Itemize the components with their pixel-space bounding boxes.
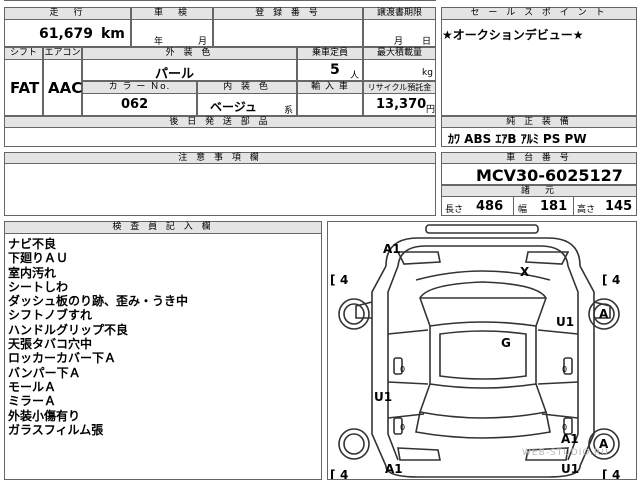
recycle-unit: 円 bbox=[426, 105, 436, 115]
mark-front-left: A1 bbox=[383, 242, 401, 256]
note-line: ガラスフィルム張 bbox=[8, 422, 104, 437]
transfer-month-label: 月 bbox=[394, 37, 404, 47]
tire-rear-left-bracket: [ bbox=[330, 468, 335, 480]
dims-cell: 長さ 486 幅 181 高さ 145 bbox=[441, 196, 637, 216]
mark-rear-left: A1 bbox=[385, 462, 403, 476]
tire-front-right-bracket: [ bbox=[602, 273, 607, 287]
mark-glass-g: G bbox=[501, 336, 511, 350]
ac-value: AAC bbox=[48, 79, 83, 97]
import-cell bbox=[297, 93, 363, 116]
shaken-year-label: 年 bbox=[154, 37, 164, 47]
shift-cell: FAT bbox=[4, 59, 43, 116]
shaken-cell: 年 月 bbox=[131, 19, 213, 47]
shift-value: FAT bbox=[10, 79, 40, 97]
color-no-value: 062 bbox=[121, 97, 149, 112]
ext-color-value: パール bbox=[155, 67, 195, 82]
int-color-cell: ベージュ 系 bbox=[197, 93, 297, 116]
capacity-cell: 5 人 bbox=[297, 59, 363, 81]
note-line: シフトノブすれ bbox=[8, 308, 93, 323]
later-parts-cell bbox=[4, 127, 436, 147]
transfer-day-label: 日 bbox=[422, 37, 432, 47]
note-line: ハンドルグリップ不良 bbox=[8, 322, 129, 337]
chassis-number: MCV30-6025127 bbox=[476, 166, 623, 185]
mark-zero-right: 0 bbox=[562, 365, 567, 374]
width-value: 181 bbox=[540, 199, 568, 214]
height-value: 145 bbox=[605, 199, 633, 214]
max-load-unit: kg bbox=[422, 68, 433, 78]
mark-zero-left-rear: 0 bbox=[400, 423, 405, 432]
mark-zero-left: 0 bbox=[400, 365, 405, 374]
recycle-value: 13,370 bbox=[376, 97, 427, 112]
shaken-month-label: 月 bbox=[198, 37, 208, 47]
note-line: シートしわ bbox=[8, 279, 69, 294]
note-line: ナビ不良 bbox=[8, 237, 57, 251]
mark-zero-right-rear: 0 bbox=[562, 423, 567, 432]
car-diagram: [ 4 [ 4 [ 4 [ 4 A1 X U1 A G U1 A1 A U1 A… bbox=[330, 224, 620, 480]
length-label: 長さ bbox=[445, 205, 464, 215]
note-line: モールＡ bbox=[8, 379, 57, 394]
note-line: ロッカーカバー下Ａ bbox=[8, 351, 117, 366]
tire-rear-left-label: 4 bbox=[340, 468, 348, 480]
mileage-value: 61,679 bbox=[39, 26, 94, 42]
mark-right-rear-a1: A1 bbox=[561, 432, 579, 446]
tire-front-right-label: 4 bbox=[612, 273, 620, 287]
sales-point-text: ★オークションデビュー★ bbox=[442, 28, 584, 42]
note-line: 室内汚れ bbox=[8, 265, 57, 280]
note-line: 外装小傷有り bbox=[8, 408, 81, 423]
mark-right-front-u: U1 bbox=[556, 315, 574, 329]
car-diagram-panel: [ 4 [ 4 [ 4 [ 4 A1 X U1 A G U1 A1 A U1 A… bbox=[327, 221, 637, 480]
equipment-cell: ｶﾜ ABS ｴｱB ｱﾙﾐ PS PW bbox=[441, 127, 637, 147]
note-line: バンパー下Ａ bbox=[8, 365, 81, 380]
int-color-suffix: 系 bbox=[284, 106, 294, 116]
caution-cell bbox=[4, 163, 436, 216]
note-line: 下廻りＡＵ bbox=[8, 251, 69, 266]
mark-right-rear-u: U1 bbox=[561, 462, 579, 476]
registration-cell bbox=[213, 19, 363, 47]
recycle-cell: 13,370 円 bbox=[363, 93, 436, 116]
tire-rear-right-label: 4 bbox=[612, 468, 620, 480]
transfer-cell: 月 日 bbox=[363, 19, 436, 47]
mileage-unit: km bbox=[101, 26, 125, 42]
chassis-cell: MCV30-6025127 bbox=[441, 163, 637, 185]
equipment-text: ｶﾜ ABS ｴｱB ｱﾙﾐ PS PW bbox=[448, 132, 587, 146]
mark-right-front-a: A bbox=[599, 307, 609, 321]
note-line: ダッシュ板のり跡、歪み・うき中 bbox=[8, 294, 189, 309]
mark-roof-x: X bbox=[520, 265, 530, 279]
note-line: 天張タバコ穴中 bbox=[8, 337, 93, 352]
inspector-notes: ナビ不良 下廻りＡＵ 室内汚れ シートしわ ダッシュ板のり跡、歪み・うき中 シフ… bbox=[4, 233, 322, 480]
note-line: ミラーＡ bbox=[8, 394, 57, 409]
height-label: 高さ bbox=[577, 205, 596, 215]
capacity-value: 5 bbox=[330, 62, 340, 78]
width-label: 幅 bbox=[518, 205, 528, 215]
int-color-value: ベージュ bbox=[210, 100, 257, 114]
capacity-unit: 人 bbox=[350, 71, 360, 81]
ext-color-cell: パール bbox=[82, 59, 297, 82]
sales-point-cell: ★オークションデビュー★ bbox=[441, 19, 637, 116]
watermark: WEB-STUDIO.RU bbox=[522, 448, 609, 458]
tire-front-left-bracket: [ bbox=[330, 273, 335, 287]
max-load-cell: kg bbox=[363, 59, 436, 81]
mark-left-u: U1 bbox=[374, 390, 392, 404]
tire-rear-right-bracket: [ bbox=[602, 468, 607, 480]
tire-front-left-label: 4 bbox=[340, 273, 348, 287]
color-no-cell: 062 bbox=[82, 93, 197, 116]
mileage-cell: 61,679 km bbox=[4, 19, 131, 47]
length-value: 486 bbox=[476, 199, 504, 214]
ac-cell: AAC bbox=[43, 59, 82, 116]
